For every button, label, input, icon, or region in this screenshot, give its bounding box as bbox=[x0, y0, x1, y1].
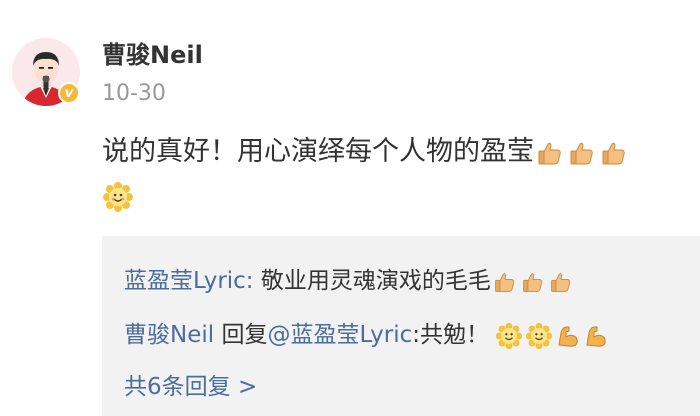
comment-text: 说的真好！用心演绎每个人物的盈莹 bbox=[102, 130, 700, 218]
reply-item: 蓝盈莹Lyric: 敬业用灵魂演戏的毛毛 bbox=[124, 264, 573, 298]
thumbs-up-icon bbox=[600, 139, 628, 167]
reply-author[interactable]: 蓝盈莹Lyric: bbox=[124, 268, 254, 294]
reply-text: 敬业用灵魂演戏的毛毛 bbox=[253, 268, 491, 294]
verified-badge-icon: v bbox=[58, 82, 80, 104]
thumbs-up-icon bbox=[521, 270, 545, 294]
reply-item: 曹骏Neil 回复@蓝盈莹Lyric:共勉！ bbox=[124, 318, 609, 352]
smile-face-icon bbox=[495, 322, 523, 350]
timestamp: 10-30 bbox=[102, 81, 166, 106]
thumbs-up-icon bbox=[568, 139, 596, 167]
smile-face-icon bbox=[525, 322, 553, 350]
flexed-biceps-icon bbox=[583, 323, 609, 349]
flexed-biceps-icon bbox=[555, 323, 581, 349]
reply-mention[interactable]: @蓝盈莹Lyric bbox=[267, 322, 412, 348]
comment-card: v 曹骏Neil 10-30 说的真好！用心演绎每个人物的盈莹 蓝盈莹Lyric… bbox=[0, 0, 700, 416]
smile-face-icon bbox=[102, 181, 134, 213]
reply-word: 回复 bbox=[214, 322, 268, 348]
comment-body: 说的真好！用心演绎每个人物的盈莹 bbox=[102, 136, 534, 167]
comment-line-1: 说的真好！用心演绎每个人物的盈莹 bbox=[102, 130, 700, 174]
thumbs-up-icon bbox=[536, 139, 564, 167]
reply-author[interactable]: 曹骏Neil bbox=[124, 322, 214, 348]
username[interactable]: 曹骏Neil bbox=[102, 40, 203, 70]
replies-panel: 蓝盈莹Lyric: 敬业用灵魂演戏的毛毛 曹骏Neil 回复@蓝盈莹Lyric:… bbox=[102, 236, 700, 416]
comment-line-2 bbox=[102, 174, 700, 218]
thumbs-up-icon bbox=[549, 270, 573, 294]
thumbs-up-icon bbox=[493, 270, 517, 294]
reply-text: :共勉！ bbox=[412, 322, 490, 348]
view-more-replies-link[interactable]: 共6条回复 > bbox=[124, 370, 257, 404]
